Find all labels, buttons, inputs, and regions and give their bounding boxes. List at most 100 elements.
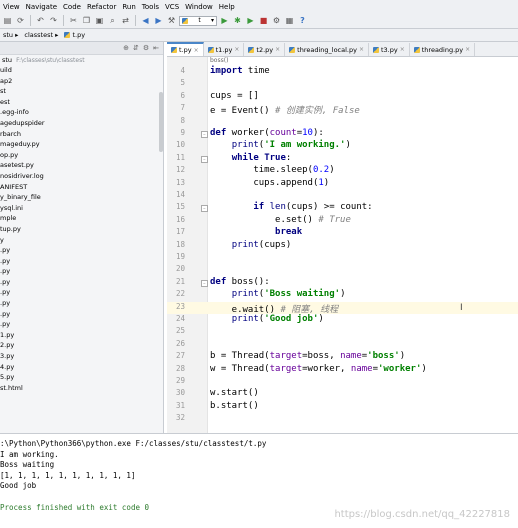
tree-item[interactable]: 5.py <box>0 372 163 383</box>
menu-view[interactable]: View <box>0 3 23 11</box>
tree-item[interactable]: uild <box>0 65 163 76</box>
tab-t2-py[interactable]: t2.py × <box>244 43 286 56</box>
tree-item[interactable]: .py <box>0 298 163 309</box>
code-editor[interactable]: 4 import time 5 6 cups = [] 7 e = Event() # 创建… <box>167 57 518 433</box>
tree-item[interactable]: 1.py <box>0 330 163 341</box>
code-line[interactable]: 22 print('Boss waiting') <box>167 289 518 301</box>
tree-item[interactable]: .py <box>0 287 163 298</box>
coverage-icon[interactable]: ▶ <box>245 15 256 26</box>
tree-item[interactable]: st.html <box>0 383 163 394</box>
code-line[interactable]: 26 <box>167 339 518 351</box>
tree-item[interactable]: st <box>0 86 163 97</box>
breadcrumb-classtest[interactable]: classtest ▸ <box>21 31 61 39</box>
tree-item[interactable]: ANIFEST <box>0 182 163 193</box>
fold-icon[interactable]: − <box>201 155 208 163</box>
code-line[interactable]: 15 if len(cups) >= count: − <box>167 202 518 214</box>
find-icon[interactable]: ⌕ <box>107 15 118 26</box>
code-line[interactable]: 24 print('Good job') <box>167 314 518 326</box>
tree-item[interactable]: nosidriver.log <box>0 171 163 182</box>
code-line[interactable]: 16 e.set() # True <box>167 215 518 227</box>
tab-threading-local-py[interactable]: threading_local.py × <box>285 43 369 56</box>
undo-icon[interactable]: ↶ <box>35 15 46 26</box>
code-line[interactable]: 29 <box>167 376 518 388</box>
tree-item[interactable]: .py <box>0 277 163 288</box>
locate-icon[interactable]: ⊕ <box>123 44 129 52</box>
structure-icon[interactable]: ▦ <box>284 15 295 26</box>
code-line[interactable]: 20 <box>167 264 518 276</box>
tree-item[interactable]: .py <box>0 319 163 330</box>
close-icon[interactable]: × <box>275 46 280 53</box>
project-root[interactable]: stu F:\classes\stu\classtest <box>0 55 163 65</box>
menu-run[interactable]: Run <box>119 3 138 11</box>
tree-item[interactable]: rbarch <box>0 129 163 140</box>
tree-item[interactable]: mageduy.py <box>0 139 163 150</box>
tree-item[interactable]: mple <box>0 213 163 224</box>
forward-icon[interactable]: ▶ <box>153 15 164 26</box>
code-line[interactable]: 14 <box>167 190 518 202</box>
sync-icon[interactable]: ⟳ <box>15 15 26 26</box>
menu-window[interactable]: Window <box>182 3 216 11</box>
code-line[interactable]: 32 <box>167 413 518 425</box>
fold-icon[interactable]: − <box>201 279 208 287</box>
settings-icon[interactable]: ⚙ <box>271 15 282 26</box>
tree-item[interactable]: .py <box>0 266 163 277</box>
tree-item[interactable]: ap2 <box>0 76 163 87</box>
menu-vcs[interactable]: VCS <box>162 3 182 11</box>
hide-icon[interactable]: ⇤ <box>153 44 159 52</box>
code-line[interactable]: 30 w.start() <box>167 388 518 400</box>
code-line[interactable]: 12 time.sleep(0.2) <box>167 165 518 177</box>
code-line[interactable]: 5 <box>167 78 518 90</box>
close-icon[interactable]: × <box>194 47 199 54</box>
tree-item[interactable]: .py <box>0 245 163 256</box>
code-line[interactable]: 4 import time <box>167 66 518 78</box>
code-line[interactable]: 8 <box>167 116 518 128</box>
code-line[interactable]: 21 def boss(): − <box>167 277 518 289</box>
gear-icon[interactable]: ⚙ <box>143 44 149 52</box>
code-line[interactable]: 23 e.wait() # 阻塞, 线程 <box>167 301 518 315</box>
menu-navigate[interactable]: Navigate <box>23 3 60 11</box>
fold-icon[interactable]: − <box>201 131 208 138</box>
stop-icon[interactable]: ■ <box>258 15 269 26</box>
breadcrumb-file[interactable]: t.py <box>61 31 88 39</box>
tree-item[interactable]: .py <box>0 309 163 320</box>
menu-refactor[interactable]: Refactor <box>84 3 119 11</box>
code-line[interactable]: 28 w = Thread(target=worker, name='worker… <box>167 364 518 376</box>
run-icon[interactable]: ▶ <box>219 15 230 26</box>
tree-item[interactable]: 3.py <box>0 351 163 362</box>
code-line[interactable]: 7 e = Event() # 创建实例, False <box>167 103 518 116</box>
tree-item[interactable]: agedupspider <box>0 118 163 129</box>
tree-item[interactable]: asetest.py <box>0 160 163 171</box>
tree-item[interactable]: tup.py <box>0 224 163 235</box>
code-line[interactable]: 11 while True: − <box>167 153 518 165</box>
menu-code[interactable]: Code <box>60 3 84 11</box>
tree-item[interactable]: y_binary_file <box>0 192 163 203</box>
tree-item[interactable]: op.py <box>0 150 163 161</box>
tree-item[interactable]: ysql.ini <box>0 203 163 214</box>
tree-item[interactable]: 4.py <box>0 362 163 373</box>
cut-icon[interactable]: ✂ <box>68 15 79 26</box>
code-line[interactable]: 10 print('I am working.') <box>167 140 518 152</box>
code-line[interactable]: 9 def worker(count=10): − <box>167 128 518 140</box>
code-line[interactable]: 17 break <box>167 227 518 239</box>
code-line[interactable]: 18 print(cups) <box>167 240 518 252</box>
close-icon[interactable]: × <box>359 46 364 53</box>
tree-item[interactable]: .py <box>0 256 163 267</box>
redo-icon[interactable]: ↷ <box>48 15 59 26</box>
help-icon[interactable]: ? <box>297 15 308 26</box>
close-icon[interactable]: × <box>465 46 470 53</box>
tab-t3-py[interactable]: t3.py × <box>369 43 410 56</box>
code-line[interactable]: 19 <box>167 252 518 264</box>
copy-icon[interactable]: ❐ <box>81 15 92 26</box>
fold-icon[interactable]: − <box>201 205 208 213</box>
tab-t-py[interactable]: t.py × <box>167 42 204 56</box>
breadcrumb-stu[interactable]: stu ▸ <box>0 31 21 39</box>
tree-item[interactable]: y <box>0 235 163 246</box>
tab-threading-py[interactable]: threading.py × <box>410 43 476 56</box>
run-config-select[interactable]: t ▾ <box>179 15 217 26</box>
run-console[interactable]: :\Python\Python366\python.exe F:/classes… <box>0 433 518 528</box>
back-icon[interactable]: ◀ <box>140 15 151 26</box>
code-line[interactable]: 25 <box>167 326 518 338</box>
tree-item[interactable]: est <box>0 97 163 108</box>
menu-tools[interactable]: Tools <box>139 3 162 11</box>
close-icon[interactable]: × <box>234 46 239 53</box>
